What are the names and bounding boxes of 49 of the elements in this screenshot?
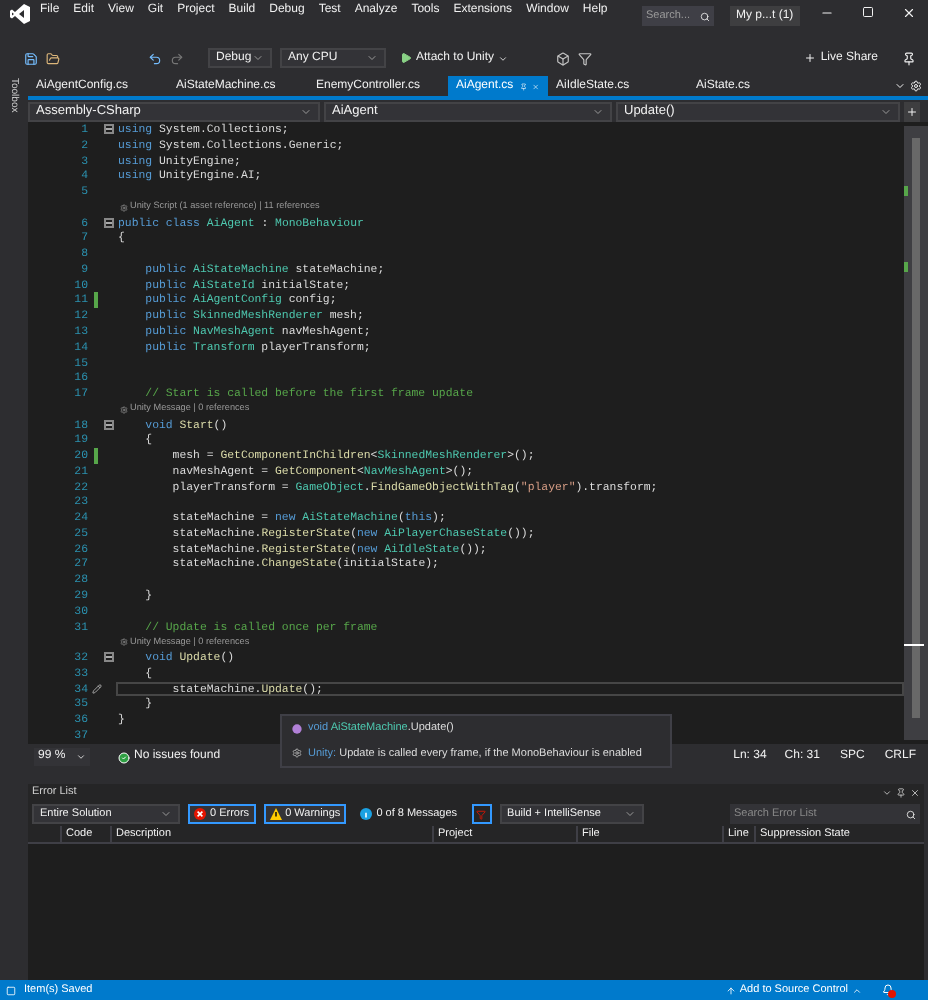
play-icon <box>400 52 412 64</box>
folder-icon[interactable] <box>46 51 60 65</box>
settings-icon[interactable] <box>910 80 922 92</box>
gear-icon <box>120 203 128 212</box>
collapse-toggle[interactable] <box>104 652 114 663</box>
collapse-toggle[interactable] <box>104 419 114 430</box>
search-icon <box>906 809 916 819</box>
method-icon <box>292 723 302 734</box>
info-icon <box>360 808 373 820</box>
tab-list-icon[interactable] <box>894 80 906 92</box>
gear-icon <box>120 405 128 414</box>
caret-icon <box>366 52 378 64</box>
caret-icon <box>300 105 312 117</box>
caret-icon <box>160 808 172 820</box>
collapse-toggle[interactable] <box>104 124 114 135</box>
filter-icon[interactable] <box>578 51 593 65</box>
caret-icon <box>498 53 509 63</box>
error-icon <box>194 808 206 820</box>
scrollbar[interactable] <box>904 126 928 740</box>
split-button[interactable] <box>904 101 920 121</box>
save-icon[interactable] <box>24 51 38 65</box>
caret-icon <box>592 105 604 117</box>
notification-icon[interactable] <box>882 984 894 996</box>
redo-icon[interactable] <box>170 51 184 65</box>
notification-badge <box>888 990 896 998</box>
minimize-icon[interactable] <box>820 6 834 20</box>
unity-icon <box>292 748 302 759</box>
build-filter-toggle[interactable] <box>471 804 492 824</box>
caret-icon <box>880 105 892 117</box>
plus-icon <box>804 52 817 64</box>
collapse-toggle[interactable] <box>104 217 114 228</box>
arrow-icon <box>725 985 736 995</box>
logo-icon <box>10 4 30 24</box>
gear-icon <box>120 638 128 647</box>
check-icon <box>118 751 130 763</box>
caret-icon <box>76 752 86 762</box>
cube-icon[interactable] <box>556 51 571 65</box>
warning-icon <box>269 808 282 820</box>
plus-icon <box>906 105 918 117</box>
status-icon <box>6 985 16 995</box>
filter-icon <box>476 809 487 819</box>
caret-icon <box>852 985 862 995</box>
caret-icon <box>623 808 636 820</box>
search-icon <box>700 11 710 21</box>
caret-icon <box>252 52 264 64</box>
maximize-icon[interactable] <box>862 6 874 18</box>
undo-icon[interactable] <box>148 51 162 65</box>
caret-icon[interactable] <box>882 788 892 798</box>
pin-icon[interactable] <box>896 788 906 798</box>
